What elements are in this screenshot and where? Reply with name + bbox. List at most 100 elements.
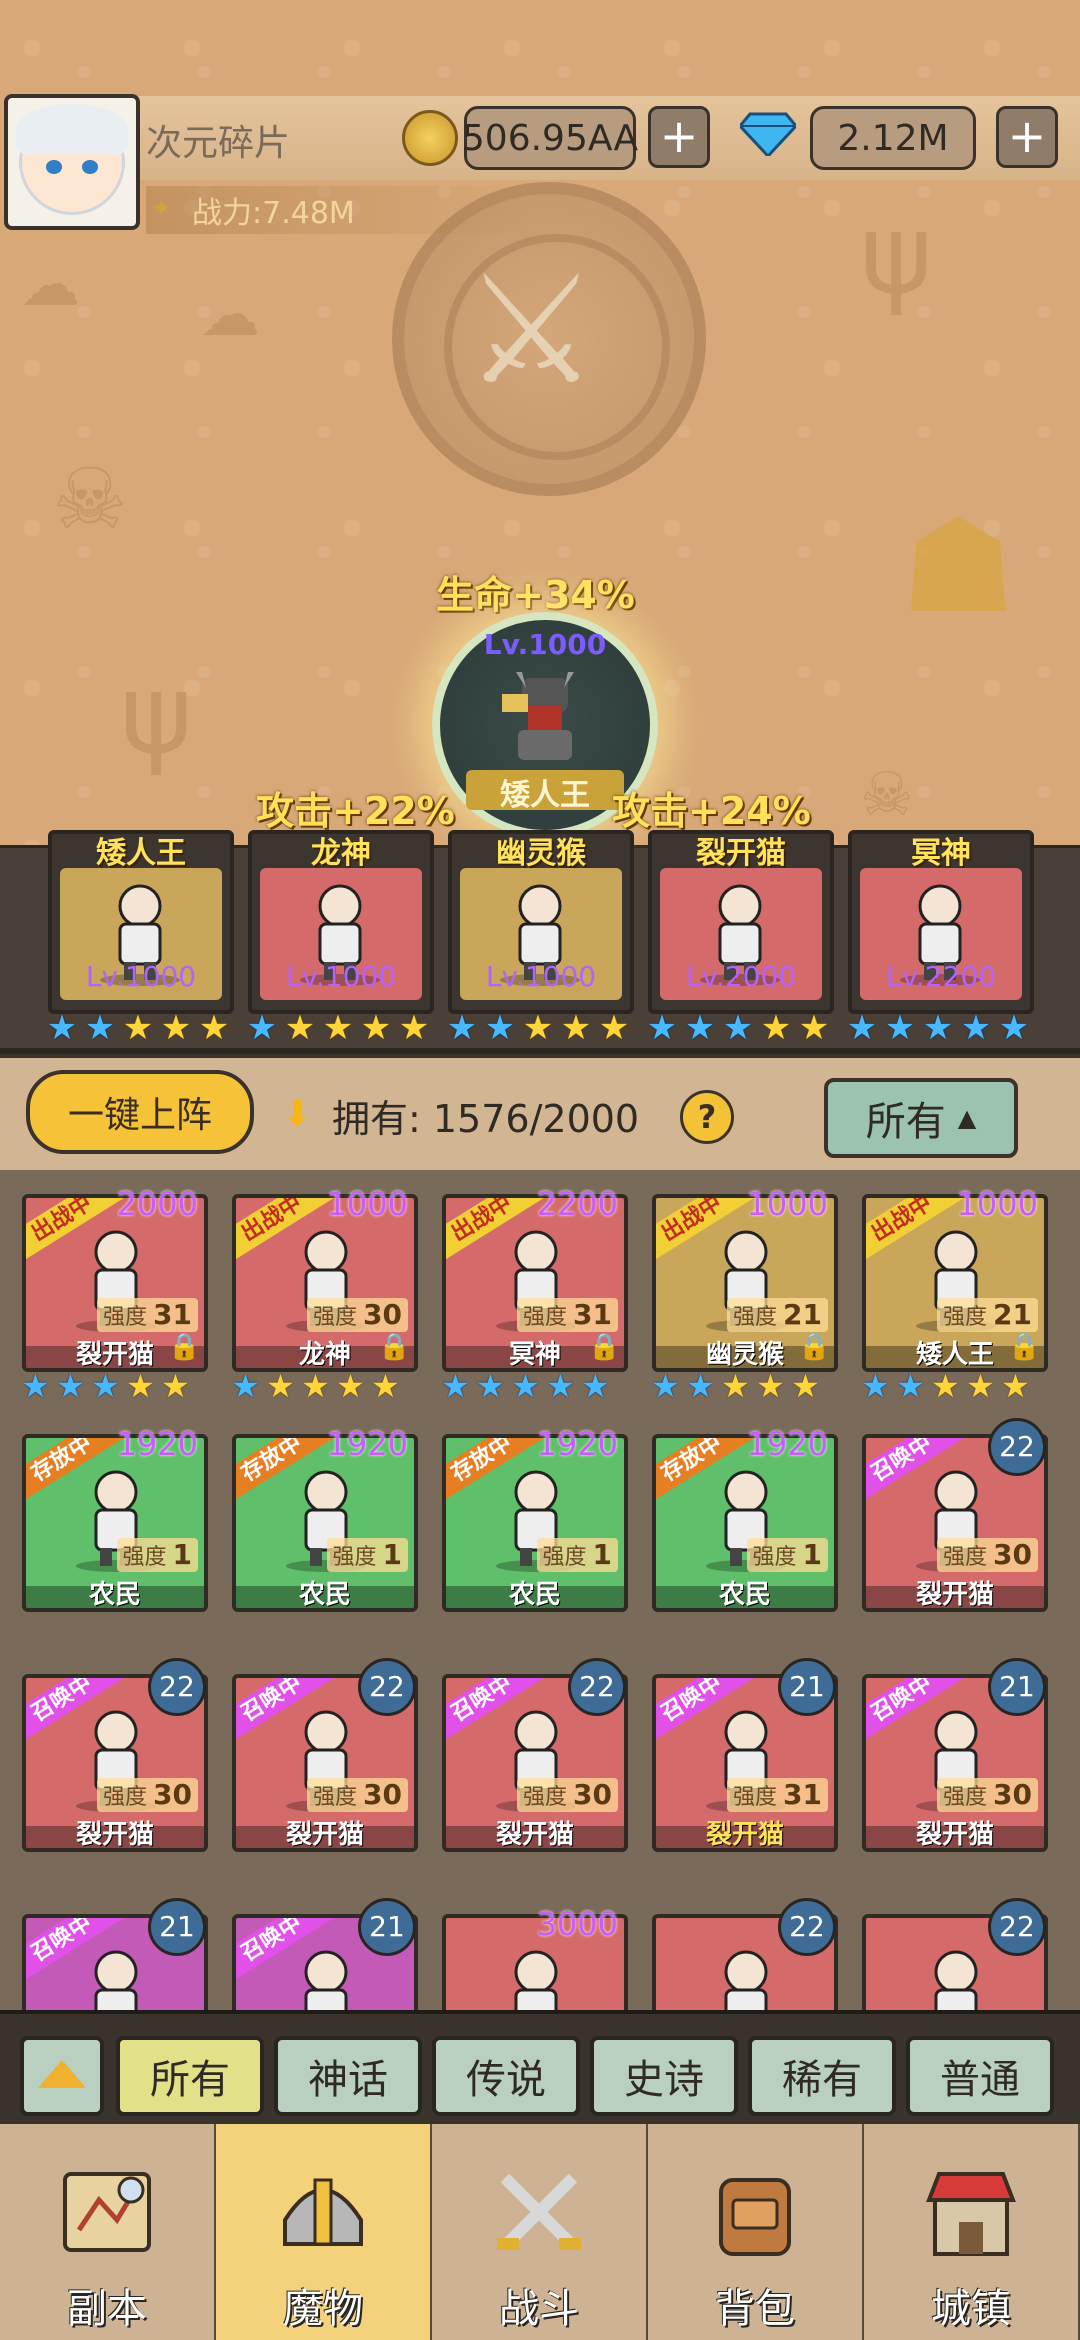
gem-amount: 2.12M	[810, 106, 976, 170]
team-slot-3[interactable]: 裂开猫 Lv.2000	[648, 830, 834, 1014]
category-tab-0[interactable]: 所有	[116, 2036, 264, 2116]
leader-level: Lv.1000	[483, 628, 607, 661]
strength-badge: 强度 30	[937, 1538, 1038, 1572]
strength-value: 30	[153, 1778, 192, 1811]
monster-card[interactable]: 存放中 强度 1 农民 1920	[232, 1418, 418, 1612]
star-icon: ★	[56, 1367, 85, 1405]
strength-label: 强度	[332, 1545, 377, 1570]
strength-badge: 强度 30	[97, 1778, 198, 1812]
monster-count: 1000	[746, 1185, 828, 1223]
monster-count: 22	[988, 1898, 1046, 1956]
monster-card[interactable]: 22	[652, 1898, 838, 2010]
star-icon: ★	[791, 1367, 820, 1405]
collapse-up-button[interactable]	[20, 2036, 104, 2116]
nav-map[interactable]: 副本	[0, 2124, 217, 2340]
strength-label: 强度	[943, 1785, 988, 1810]
monster-card[interactable]: 召唤中 强度 30 裂开猫 21	[862, 1658, 1048, 1852]
team-slot-4[interactable]: 冥神 Lv.2200	[848, 830, 1034, 1014]
monster-count: 22	[358, 1658, 416, 1716]
team-slot-1[interactable]: 龙神 Lv.1000	[248, 830, 434, 1014]
monster-card[interactable]: 存放中 强度 1 农民 1920	[442, 1418, 628, 1612]
monster-count: 21	[778, 1658, 836, 1716]
skull-icon: ☠	[860, 760, 914, 830]
card-stars: ★ ★ ★ ★ ★	[18, 1367, 193, 1405]
monster-figure-icon	[304, 1950, 348, 2010]
auto-deploy-button[interactable]: 一键上阵	[26, 1070, 254, 1154]
filter-dropdown[interactable]: 所有 ▲	[824, 1078, 1018, 1158]
monster-card[interactable]: 召唤中 强度 31 裂开猫 21	[652, 1658, 838, 1852]
team-slot-2[interactable]: 幽灵猴 Lv.1000	[448, 830, 634, 1014]
star-icon: ★	[522, 1008, 554, 1048]
strength-badge: 强度 21	[727, 1298, 828, 1332]
monster-count: 22	[148, 1658, 206, 1716]
nav-crossed-swords[interactable]: 战斗	[432, 2124, 649, 2340]
team-slot-0[interactable]: 矮人王 Lv.1000	[48, 830, 234, 1014]
team-member-stars: ★ ★ ★ ★ ★	[644, 1010, 832, 1046]
monster-name: 裂开猫	[75, 1820, 154, 1850]
star-icon: ★	[884, 1008, 916, 1048]
star-icon: ★	[398, 1008, 430, 1048]
monster-card[interactable]: 召唤中 强度 30 裂开猫 22	[22, 1658, 208, 1852]
monster-card[interactable]: 22	[862, 1898, 1048, 2010]
monster-count: 1920	[326, 1425, 408, 1463]
monster-card[interactable]: 召唤中 强度 30 裂开猫 22	[442, 1658, 628, 1852]
strength-label: 强度	[733, 1305, 778, 1330]
avatar-face-icon	[16, 104, 128, 215]
star-icon: ★	[581, 1367, 610, 1405]
category-tab-5[interactable]: 普通	[906, 2036, 1054, 2116]
strength-label: 强度	[943, 1305, 988, 1330]
lock-icon: 🔒	[168, 1332, 201, 1362]
left-bonus: 攻击+22%	[256, 789, 455, 833]
top-bar: 次元碎片 506.95AA + 2.12M + ✦ 战力:7.48M	[0, 90, 1080, 234]
star-icon: ★	[998, 1008, 1030, 1048]
star-icon: ★	[371, 1367, 400, 1405]
category-tab-3[interactable]: 史诗	[590, 2036, 738, 2116]
team-member-stars: ★ ★ ★ ★ ★	[44, 1010, 232, 1046]
team-member-level: Lv.2000	[685, 960, 797, 993]
avatar[interactable]	[4, 94, 140, 230]
star-icon: ★	[646, 1008, 678, 1048]
star-icon: ★	[686, 1367, 715, 1405]
player-name: 次元碎片	[146, 123, 291, 164]
monster-card[interactable]: 3000	[442, 1898, 628, 2010]
combat-power: 战力:7.48M	[146, 186, 535, 234]
star-icon: ★	[266, 1367, 295, 1405]
monster-count: 2200	[536, 1185, 618, 1223]
monster-statue-icon: ☗	[900, 490, 1017, 642]
strength-label: 强度	[103, 1785, 148, 1810]
nav-helmet[interactable]: 魔物	[216, 2124, 433, 2340]
monster-name: 裂开猫	[915, 1820, 994, 1850]
nav-shop[interactable]: 城镇	[864, 2124, 1080, 2340]
nav-backpack[interactable]: 背包	[648, 2124, 865, 2340]
category-tab-2[interactable]: 传说	[432, 2036, 580, 2116]
help-button[interactable]: ?	[680, 1090, 734, 1144]
monster-card[interactable]: 存放中 强度 1 农民 1920	[652, 1418, 838, 1612]
shop-icon	[926, 2172, 1016, 2256]
monster-card[interactable]: 出战中 强度 31 冥神 🔒 2200	[442, 1178, 628, 1372]
monster-count: 21	[358, 1898, 416, 1956]
star-icon: ★	[598, 1008, 630, 1048]
category-tab-4[interactable]: 稀有	[748, 2036, 896, 2116]
star-icon: ★	[46, 1008, 78, 1048]
monster-card[interactable]: 召唤中 强度 30 裂开猫 22	[232, 1658, 418, 1852]
monster-card[interactable]: 召唤中 21	[232, 1898, 418, 2010]
monster-card[interactable]: 出战中 强度 31 裂开猫 🔒 2000	[22, 1178, 208, 1372]
team-member-stars: ★ ★ ★ ★ ★	[444, 1010, 632, 1046]
star-icon: ★	[861, 1367, 890, 1405]
monster-name: 农民	[718, 1580, 771, 1610]
monster-card[interactable]: 召唤中 21	[22, 1898, 208, 2010]
monster-card[interactable]: 出战中 强度 21 矮人王 🔒 1000	[862, 1178, 1048, 1372]
team-member-name: 冥神	[911, 836, 971, 871]
add-gold-button[interactable]: +	[648, 106, 710, 168]
owned-count: 拥有: 1576/2000	[332, 1097, 640, 1141]
monster-card[interactable]: 出战中 强度 21 幽灵猴 🔒 1000	[652, 1178, 838, 1372]
monster-card[interactable]: 出战中 强度 30 龙神 🔒 1000	[232, 1178, 418, 1372]
monster-card[interactable]: 存放中 强度 1 农民 1920	[22, 1418, 208, 1612]
nav-label: 副本	[67, 2286, 147, 2332]
add-gems-button[interactable]: +	[996, 106, 1058, 168]
monster-name: 裂开猫	[285, 1820, 364, 1850]
category-tab-1[interactable]: 神话	[274, 2036, 422, 2116]
star-icon: ★	[91, 1367, 120, 1405]
monster-card[interactable]: 召唤中 强度 30 裂开猫 22	[862, 1418, 1048, 1612]
backpack-icon	[719, 2178, 791, 2256]
